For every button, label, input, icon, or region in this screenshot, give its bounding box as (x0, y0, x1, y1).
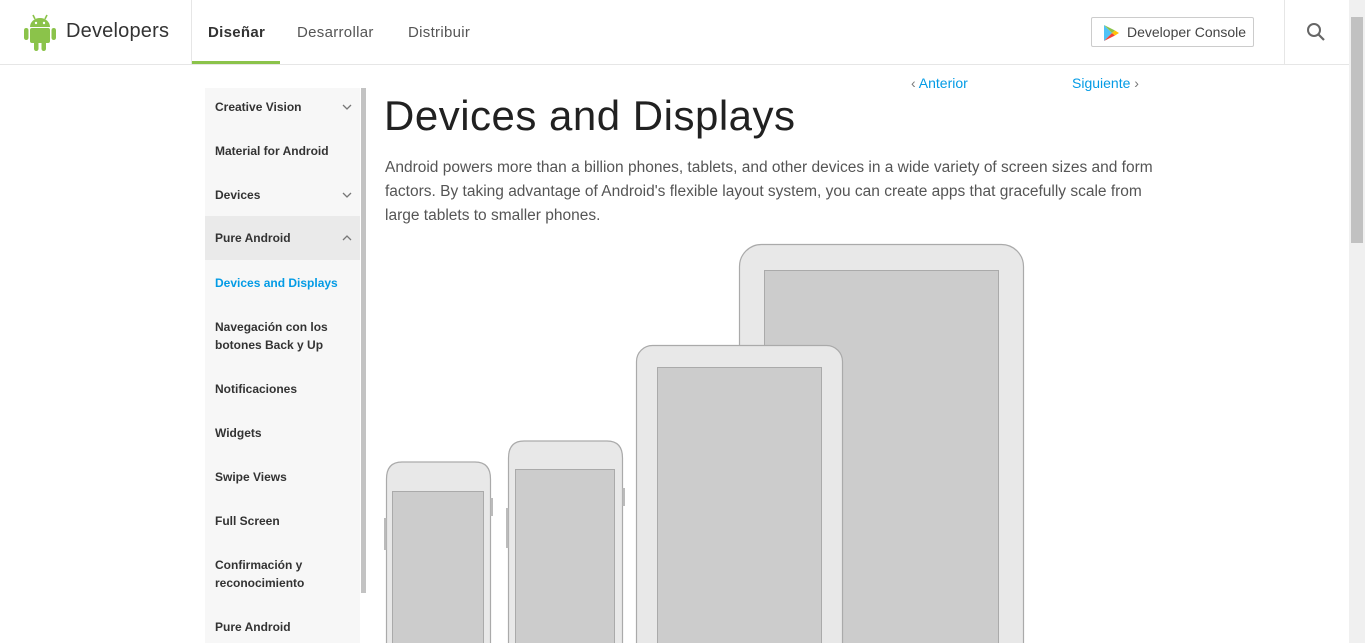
sidebar-item-label: Swipe Views (215, 470, 287, 484)
sidebar-item-devices[interactable]: Devices (205, 186, 360, 204)
sidebar-item-notificaciones[interactable]: Notificaciones (205, 380, 360, 398)
play-store-icon (1104, 25, 1119, 41)
sidebar-item-label: Creative Vision (215, 100, 302, 114)
search-icon[interactable] (1304, 20, 1328, 44)
tab-desarrollar[interactable]: Desarrollar (297, 24, 374, 41)
developer-console-button[interactable]: Developer Console (1091, 17, 1254, 47)
page-scrollbar-thumb[interactable] (1351, 17, 1363, 243)
header-divider (191, 0, 192, 64)
active-tab-indicator (192, 61, 280, 64)
previous-label: Anterior (918, 75, 968, 91)
sidebar-item-label: Navegación con los botones Back y Up (215, 320, 328, 352)
next-label: Siguiente (1072, 75, 1131, 91)
sidebar-item-material[interactable]: Material for Android (205, 142, 360, 160)
sidebar-item-pure-android[interactable]: Pure Android (205, 216, 360, 260)
small-tablet-illustration (635, 344, 844, 643)
chevron-down-icon[interactable] (342, 191, 352, 199)
sidebar-item-full-screen[interactable]: Full Screen (205, 512, 360, 530)
sidebar-item-label: Pure Android (215, 231, 291, 245)
large-phone-illustration (506, 440, 625, 643)
header-divider-right (1284, 0, 1285, 64)
sidebar-item-label: Devices and Displays (215, 276, 338, 290)
sidebar-scrollbar[interactable] (361, 88, 366, 593)
sidebar-item-pure-android-2[interactable]: Pure Android (205, 618, 360, 636)
previous-link[interactable]: ‹ Anterior (911, 75, 968, 91)
tab-disenar[interactable]: Diseñar (208, 24, 265, 41)
android-logo-icon[interactable] (24, 13, 56, 51)
page-title: Devices and Displays (384, 92, 796, 139)
chevron-left-icon: ‹ (911, 75, 916, 91)
chevron-right-icon: › (1134, 75, 1139, 91)
sidebar-item-creative-vision[interactable]: Creative Vision (205, 98, 360, 116)
sidebar-item-label: Pure Android (215, 620, 291, 634)
developer-console-label: Developer Console (1127, 24, 1247, 40)
sidebar-item-widgets[interactable]: Widgets (205, 424, 360, 442)
sidebar-item-label: Material for Android (215, 144, 329, 158)
sidebar-nav: Creative Vision Material for Android Dev… (205, 88, 360, 643)
tab-distribuir[interactable]: Distribuir (408, 24, 470, 41)
sidebar-item-label: Widgets (215, 426, 262, 440)
brand-name[interactable]: Developers (66, 20, 169, 43)
sidebar-item-label: Confirmación y reconocimiento (215, 558, 305, 590)
small-phone-illustration (384, 461, 493, 643)
intro-paragraph: Android powers more than a billion phone… (385, 159, 1153, 224)
next-link[interactable]: Siguiente › (1072, 75, 1139, 91)
chevron-down-icon[interactable] (342, 103, 352, 111)
sidebar-item-confirmacion[interactable]: Confirmación y reconocimiento (205, 556, 320, 592)
sidebar-item-label: Full Screen (215, 514, 280, 528)
chevron-up-icon[interactable] (342, 234, 352, 242)
devices-illustration (384, 243, 1025, 643)
sidebar-item-devices-and-displays[interactable]: Devices and Displays (205, 274, 360, 292)
sidebar-item-label: Notificaciones (215, 382, 298, 396)
sidebar-item-label: Devices (215, 188, 261, 202)
top-header: Developers Diseñar Desarrollar Distribui… (0, 0, 1349, 65)
sidebar-item-swipe-views[interactable]: Swipe Views (205, 468, 360, 486)
sidebar-item-navegacion[interactable]: Navegación con los botones Back y Up (205, 318, 330, 354)
